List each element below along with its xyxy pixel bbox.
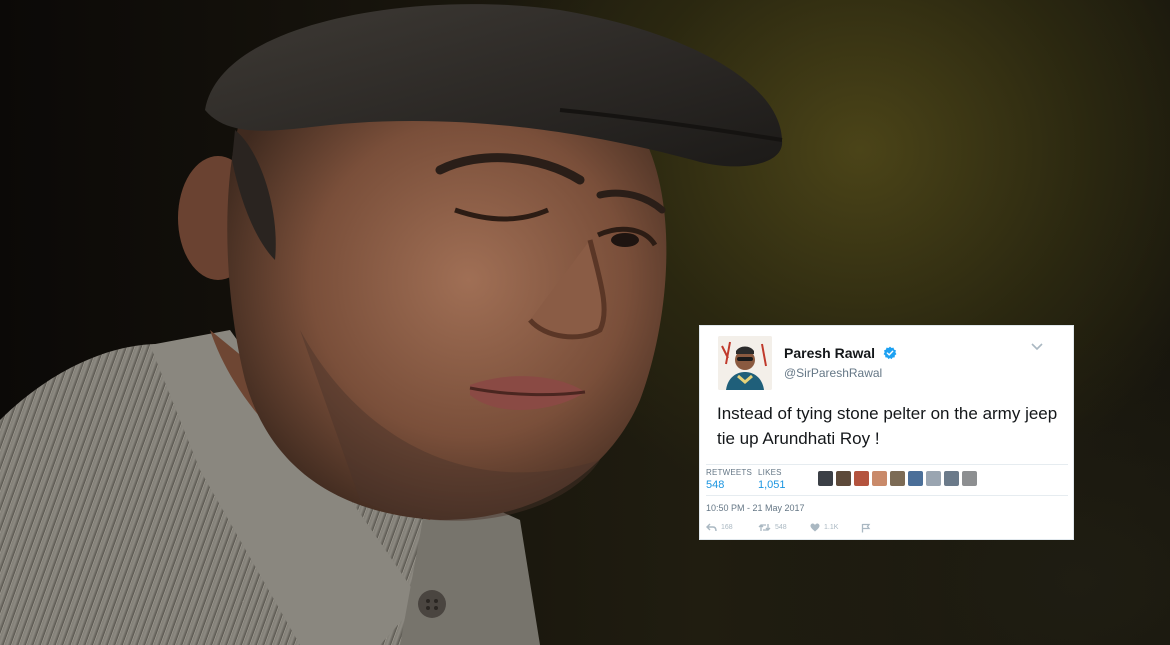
like-button[interactable]: 1.1K xyxy=(810,523,838,532)
flag-icon xyxy=(861,523,871,533)
likes-value: 1,051 xyxy=(758,479,786,491)
liker-avatar[interactable] xyxy=(836,471,851,486)
liker-avatar[interactable] xyxy=(890,471,905,486)
background-photo xyxy=(0,0,1170,645)
retweets-label: RETWEETS xyxy=(706,468,753,477)
liker-avatar[interactable] xyxy=(926,471,941,486)
likes-stat[interactable]: LIKES 1,051 xyxy=(758,468,786,491)
avatar-portrait-icon xyxy=(718,336,772,390)
retweet-icon xyxy=(758,524,771,531)
liker-avatar[interactable] xyxy=(854,471,869,486)
liker-avatar[interactable] xyxy=(872,471,887,486)
profile-avatar[interactable] xyxy=(718,336,772,390)
likes-label: LIKES xyxy=(758,468,782,477)
chevron-down-icon[interactable] xyxy=(1030,342,1044,352)
liker-avatar[interactable] xyxy=(908,471,923,486)
liker-avatar[interactable] xyxy=(944,471,959,486)
reply-icon xyxy=(706,523,717,532)
author-name[interactable]: Paresh Rawal xyxy=(784,345,875,361)
analytics-button[interactable] xyxy=(861,523,875,533)
retweets-stat[interactable]: RETWEETS 548 xyxy=(706,468,752,491)
like-count: 1.1K xyxy=(824,524,839,531)
heart-icon xyxy=(810,523,820,532)
retweets-value: 548 xyxy=(706,479,725,491)
retweet-button[interactable]: 548 xyxy=(758,523,787,532)
embedded-tweet-card: Paresh Rawal @SirPareshRawal Instead of … xyxy=(699,325,1074,540)
man-in-flat-cap-photo xyxy=(0,4,783,645)
tweet-actions: 168 548 1.1K xyxy=(706,523,906,535)
reply-button[interactable]: 168 xyxy=(706,523,733,532)
tweet-timestamp[interactable]: 10:50 PM - 21 May 2017 xyxy=(706,503,805,513)
tweet-stats: RETWEETS 548 LIKES 1,051 xyxy=(706,464,1068,496)
reply-count: 168 xyxy=(721,524,733,531)
liker-avatar[interactable] xyxy=(818,471,833,486)
author-handle[interactable]: @SirPareshRawal xyxy=(784,366,882,380)
retweet-count: 548 xyxy=(775,524,787,531)
liker-avatar[interactable] xyxy=(962,471,977,486)
tweet-text: Instead of tying stone pelter on the arm… xyxy=(717,404,1058,448)
verified-badge-icon xyxy=(883,346,897,360)
